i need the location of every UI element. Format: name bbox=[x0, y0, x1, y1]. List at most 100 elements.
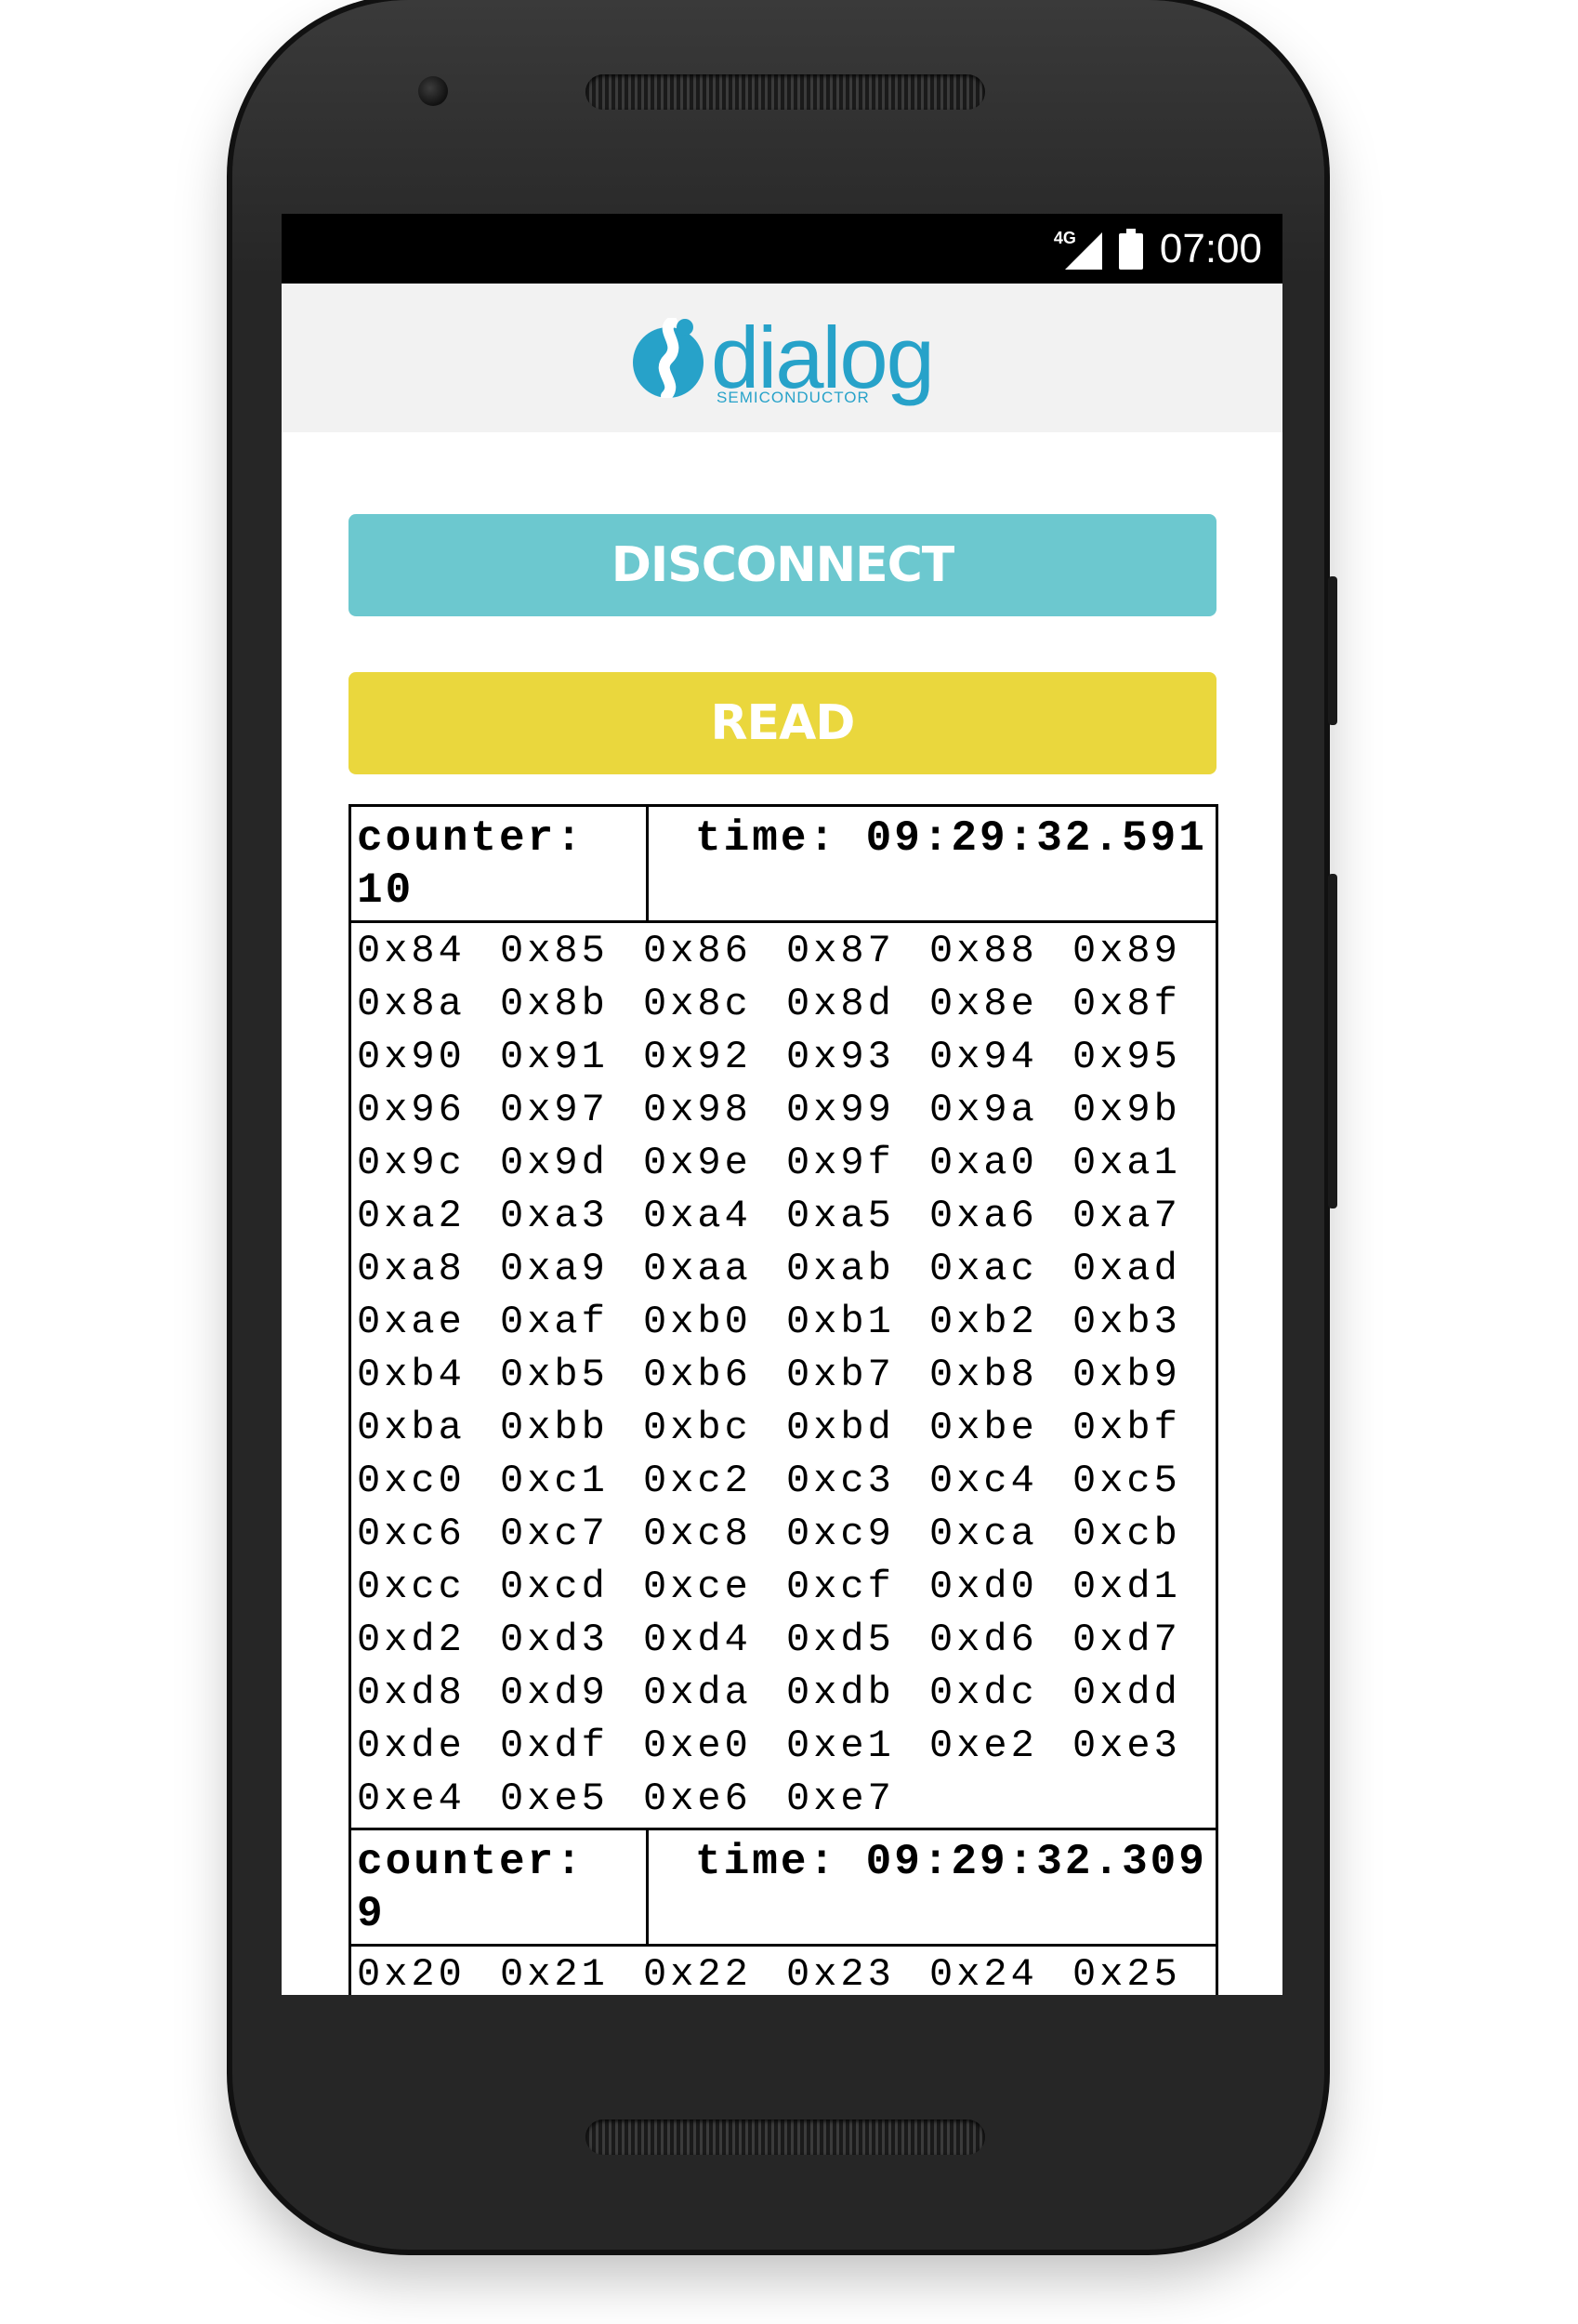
dialog-logo-icon bbox=[633, 318, 704, 398]
byte-value: 0xa5 bbox=[786, 1194, 895, 1238]
byte-value: 0x8e bbox=[929, 982, 1038, 1026]
time-cell: time: 09:29:32.309 bbox=[695, 1838, 1207, 1886]
byte-value: 0xa6 bbox=[929, 1194, 1038, 1238]
byte-value: 0xa1 bbox=[1072, 1141, 1181, 1185]
byte-value: 0xcd bbox=[500, 1565, 609, 1609]
disconnect-button[interactable]: DISCONNECT bbox=[348, 514, 1216, 616]
byte-value: 0xa8 bbox=[357, 1247, 466, 1291]
byte-value: 0xba bbox=[357, 1406, 466, 1450]
volume-button[interactable] bbox=[1328, 874, 1337, 1208]
byte-value: 0xd7 bbox=[1072, 1618, 1181, 1662]
byte-value: 0xbd bbox=[786, 1406, 895, 1450]
byte-value: 0xca bbox=[929, 1512, 1038, 1556]
byte-value: 0xc6 bbox=[357, 1512, 466, 1556]
byte-value: 0xcc bbox=[357, 1565, 466, 1609]
status-bar: 4G 07:00 bbox=[282, 214, 1282, 284]
byte-value: 0x9d bbox=[500, 1141, 609, 1185]
byte-value: 0x91 bbox=[500, 1035, 609, 1079]
byte-value: 0xda bbox=[643, 1670, 752, 1715]
byte-value: 0xc1 bbox=[500, 1459, 609, 1503]
byte-value: 0xb0 bbox=[643, 1300, 752, 1344]
byte-value: 0xc2 bbox=[643, 1459, 752, 1503]
byte-value: 0xb8 bbox=[929, 1353, 1038, 1397]
byte-value: 0xbe bbox=[929, 1406, 1038, 1450]
byte-value: 0x9b bbox=[1072, 1088, 1181, 1132]
byte-value: 0xa2 bbox=[357, 1194, 466, 1238]
byte-value: 0xbf bbox=[1072, 1406, 1181, 1450]
byte-value: 0x85 bbox=[500, 929, 609, 973]
byte-value: 0x8c bbox=[643, 982, 752, 1026]
byte-value: 0x94 bbox=[929, 1035, 1038, 1079]
byte-value: 0xde bbox=[357, 1723, 466, 1768]
byte-value: 0xa4 bbox=[643, 1194, 752, 1238]
byte-value: 0xb3 bbox=[1072, 1300, 1181, 1344]
byte-value: 0xbc bbox=[643, 1406, 752, 1450]
byte-value: 0x87 bbox=[786, 929, 895, 973]
byte-grid: 0x84 0x85 0x86 0x87 0x88 0x89 0x8a 0x8b 0x8c 0x8d… bbox=[351, 923, 1216, 1830]
byte-value: 0xc7 bbox=[500, 1512, 609, 1556]
byte-value: 0x92 bbox=[643, 1035, 752, 1079]
byte-value: 0xd1 bbox=[1072, 1565, 1181, 1609]
byte-value: 0xe2 bbox=[929, 1723, 1038, 1768]
byte-value: 0xe1 bbox=[786, 1723, 895, 1768]
byte-value: 0x8b bbox=[500, 982, 609, 1026]
app-header: dialog SEMICONDUCTOR bbox=[282, 284, 1282, 432]
byte-value: 0xd5 bbox=[786, 1618, 895, 1662]
byte-value: 0x90 bbox=[357, 1035, 466, 1079]
byte-value: 0xc4 bbox=[929, 1459, 1038, 1503]
battery-icon bbox=[1118, 228, 1143, 270]
byte-value: 0xdb bbox=[786, 1670, 895, 1715]
byte-value: 0x89 bbox=[1072, 929, 1181, 973]
byte-value: 0xb9 bbox=[1072, 1353, 1181, 1397]
byte-value: 0xd3 bbox=[500, 1618, 609, 1662]
byte-value: 0xb2 bbox=[929, 1300, 1038, 1344]
byte-value: 0x86 bbox=[643, 929, 752, 973]
top-speaker-grille bbox=[585, 74, 985, 110]
data-log[interactable]: counter: 10 time: 09:29:32.591 0x84 0x85 0x8… bbox=[348, 804, 1218, 1995]
read-button[interactable]: READ bbox=[348, 672, 1216, 774]
byte-grid: 0x200x210x220x230x240x250x260x270x280x29… bbox=[351, 1947, 1216, 1995]
byte-value: 0xcf bbox=[786, 1565, 895, 1609]
byte-value: 0x99 bbox=[786, 1088, 895, 1132]
screen: 4G 07:00 dialog SEMICONDUCTOR DISCONNECT… bbox=[282, 214, 1282, 1995]
front-camera bbox=[418, 76, 448, 106]
byte-value: 0x84 bbox=[357, 929, 466, 973]
byte-value: 0xd4 bbox=[643, 1618, 752, 1662]
byte-value: 0xe6 bbox=[643, 1776, 752, 1821]
byte-value: 0xd9 bbox=[500, 1670, 609, 1715]
dialog-logo: dialog SEMICONDUCTOR bbox=[631, 314, 935, 406]
byte-value: 0xc9 bbox=[786, 1512, 895, 1556]
byte-value: 0x98 bbox=[643, 1088, 752, 1132]
byte-value: 0x24 bbox=[929, 1952, 1038, 1995]
byte-value: 0xe3 bbox=[1072, 1723, 1181, 1768]
byte-value: 0xad bbox=[1072, 1247, 1181, 1291]
counter-cell: counter: 10 bbox=[351, 807, 649, 920]
byte-value: 0xc5 bbox=[1072, 1459, 1181, 1503]
byte-value: 0xe7 bbox=[786, 1776, 895, 1821]
byte-value: 0xbb bbox=[500, 1406, 609, 1450]
byte-value: 0xc8 bbox=[643, 1512, 752, 1556]
time-cell: time: 09:29:32.591 bbox=[695, 814, 1207, 863]
byte-value: 0x21 bbox=[500, 1952, 609, 1995]
byte-value: 0xcb bbox=[1072, 1512, 1181, 1556]
byte-value: 0xa0 bbox=[929, 1141, 1038, 1185]
byte-value: 0xd2 bbox=[357, 1618, 466, 1662]
byte-value: 0x20 bbox=[357, 1952, 466, 1995]
byte-value: 0xc0 bbox=[357, 1459, 466, 1503]
byte-value: 0xc3 bbox=[786, 1459, 895, 1503]
signal-icon: 4G bbox=[1054, 229, 1102, 270]
byte-value: 0xd0 bbox=[929, 1565, 1038, 1609]
byte-value: 0xa9 bbox=[500, 1247, 609, 1291]
log-entry-header: counter: 9 time: 09:29:32.309 bbox=[351, 1830, 1216, 1947]
byte-value: 0xe4 bbox=[357, 1776, 466, 1821]
byte-value: 0x96 bbox=[357, 1088, 466, 1132]
power-button[interactable] bbox=[1328, 576, 1337, 725]
byte-value: 0xe5 bbox=[500, 1776, 609, 1821]
logo-subtitle: SEMICONDUCTOR bbox=[717, 389, 870, 406]
byte-value: 0x23 bbox=[786, 1952, 895, 1995]
byte-value: 0xaf bbox=[500, 1300, 609, 1344]
status-clock: 07:00 bbox=[1159, 225, 1262, 271]
byte-value: 0x97 bbox=[500, 1088, 609, 1132]
byte-value: 0xb5 bbox=[500, 1353, 609, 1397]
byte-value: 0xab bbox=[786, 1247, 895, 1291]
